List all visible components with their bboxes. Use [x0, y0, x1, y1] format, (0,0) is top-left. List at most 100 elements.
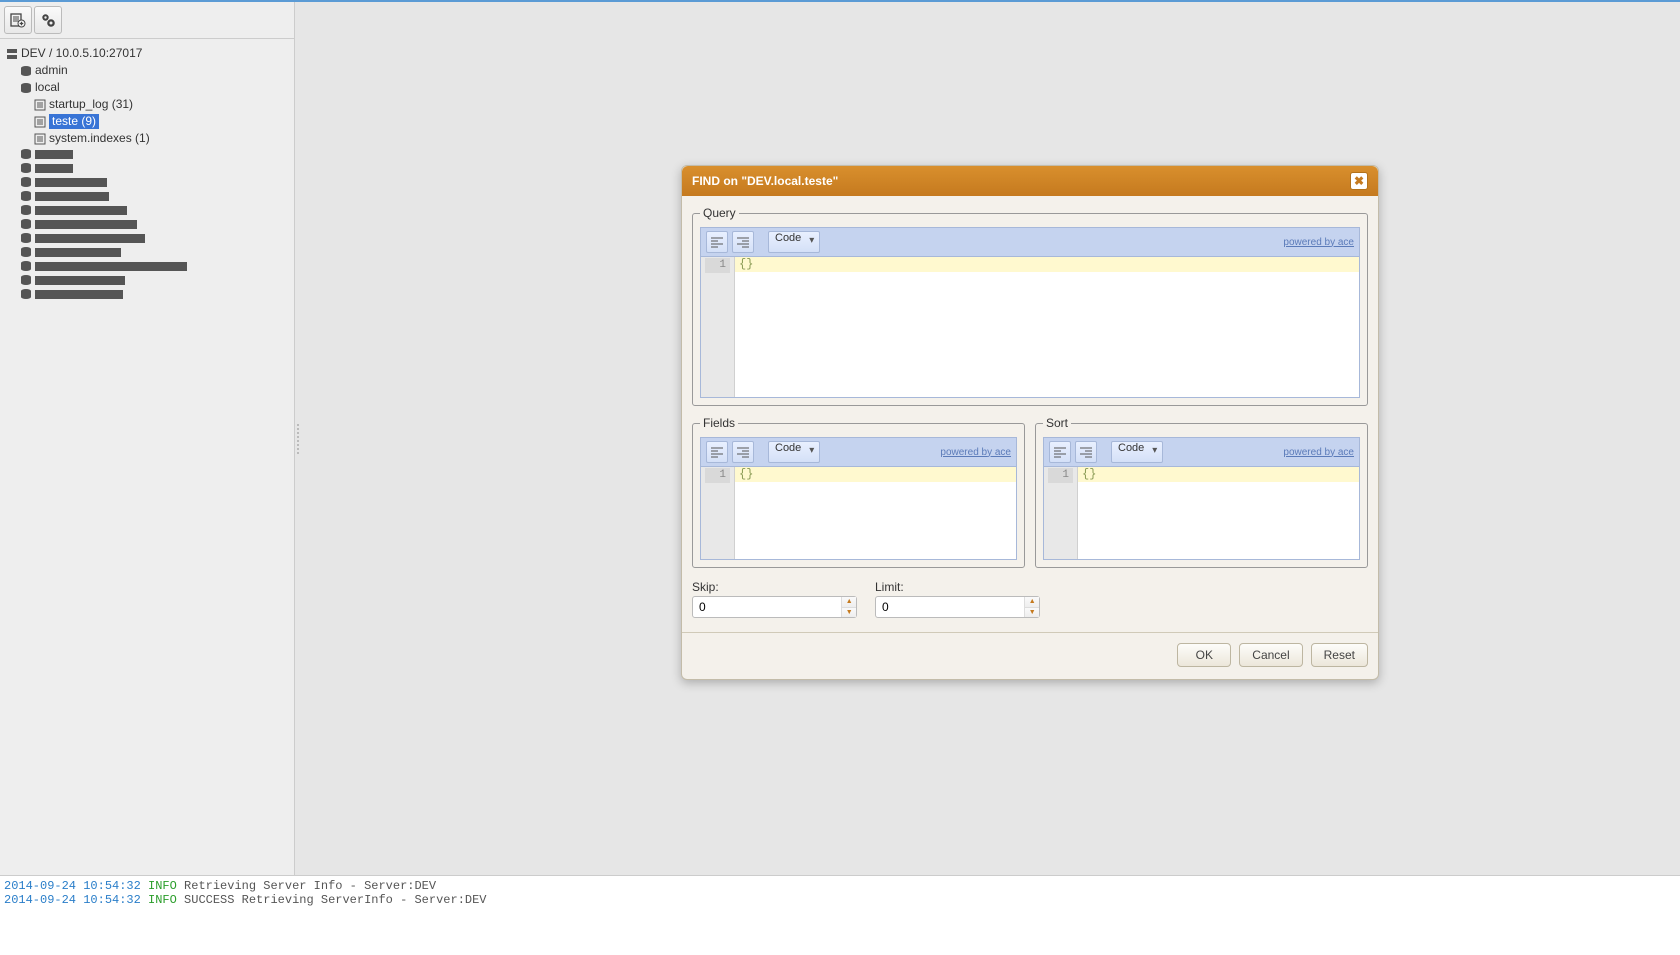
redacted-label	[35, 262, 187, 271]
align-right-icon	[1079, 446, 1093, 458]
tree-db-local[interactable]: local	[18, 79, 290, 96]
powered-by-link[interactable]: powered by ace	[940, 447, 1011, 458]
reset-button[interactable]: Reset	[1311, 643, 1368, 667]
tree-db-redacted[interactable]	[18, 273, 290, 287]
dialog-actions: OK Cancel Reset	[692, 643, 1368, 669]
limit-spinner[interactable]: ▲ ▼	[875, 596, 1040, 618]
tree-label: startup_log (31)	[49, 97, 133, 112]
tree-label: DEV / 10.0.5.10:27017	[21, 46, 142, 61]
tree-db-redacted[interactable]	[18, 175, 290, 189]
code-content[interactable]: {}	[735, 467, 1016, 559]
dialog-titlebar[interactable]: FIND on "DEV.local.teste" ✖	[682, 166, 1378, 196]
redacted-label	[35, 234, 145, 243]
tree-db-redacted[interactable]	[18, 161, 290, 175]
dialog-close-button[interactable]: ✖	[1350, 172, 1368, 190]
align-right-button[interactable]	[732, 231, 754, 253]
sort-group: Sort Code powered by ace	[1035, 416, 1368, 568]
tree-db-redacted[interactable]	[18, 231, 290, 245]
redacted-label	[35, 276, 125, 285]
skip-label: Skip:	[692, 580, 857, 594]
tree-db-redacted[interactable]	[18, 147, 290, 161]
database-icon	[20, 246, 32, 258]
tree-db-redacted[interactable]	[18, 203, 290, 217]
tree-coll-system-indexes[interactable]: system.indexes (1)	[32, 130, 290, 147]
database-icon	[20, 190, 32, 202]
tree-view[interactable]: DEV / 10.0.5.10:27017 admin local s	[0, 39, 294, 307]
add-db-icon	[9, 11, 27, 29]
align-right-icon	[736, 446, 750, 458]
tree-label: teste (9)	[49, 114, 99, 129]
code-content[interactable]: {}	[735, 257, 1359, 397]
database-icon	[20, 274, 32, 286]
redacted-label	[35, 220, 137, 229]
spinner-buttons: ▲ ▼	[841, 597, 856, 617]
add-server-button[interactable]	[4, 6, 32, 34]
ok-button[interactable]: OK	[1177, 643, 1231, 667]
sidebar: DEV / 10.0.5.10:27017 admin local s	[0, 2, 295, 875]
tree-server-node[interactable]: DEV / 10.0.5.10:27017	[4, 45, 290, 62]
select-value: Code	[775, 232, 801, 244]
spin-up-button[interactable]: ▲	[842, 597, 856, 608]
align-right-icon	[736, 236, 750, 248]
align-right-button[interactable]	[732, 441, 754, 463]
spin-down-button[interactable]: ▼	[842, 608, 856, 618]
tree-db-redacted[interactable]	[18, 287, 290, 301]
align-left-button[interactable]	[706, 441, 728, 463]
settings-button[interactable]	[34, 6, 62, 34]
sort-legend: Sort	[1043, 416, 1071, 430]
powered-by-link[interactable]: powered by ace	[1283, 237, 1354, 248]
dialog-title-text: FIND on "DEV.local.teste"	[692, 174, 838, 188]
database-icon	[20, 260, 32, 272]
redacted-label	[35, 178, 107, 187]
code-content[interactable]: {}	[1078, 467, 1359, 559]
align-right-button[interactable]	[1075, 441, 1097, 463]
redacted-label	[35, 192, 109, 201]
align-left-button[interactable]	[706, 231, 728, 253]
tree-db-redacted[interactable]	[18, 217, 290, 231]
database-icon	[20, 65, 32, 77]
tree-label: system.indexes (1)	[49, 131, 150, 146]
powered-by-link[interactable]: powered by ace	[1283, 447, 1354, 458]
tree-label: admin	[35, 63, 68, 78]
editor-toolbar: Code powered by ace	[1044, 438, 1359, 467]
code-editor-area[interactable]: 1 {}	[701, 257, 1359, 397]
database-icon	[20, 148, 32, 160]
code-editor-area[interactable]: 1 {}	[1044, 467, 1359, 559]
tree-db-redacted[interactable]	[18, 259, 290, 273]
collection-icon	[34, 133, 46, 145]
editor-mode-select[interactable]: Code	[768, 231, 820, 253]
database-icon	[20, 204, 32, 216]
editor-mode-select[interactable]: Code	[768, 441, 820, 463]
tree-db-redacted[interactable]	[18, 245, 290, 259]
limit-label: Limit:	[875, 580, 1040, 594]
collection-icon	[34, 116, 46, 128]
tree-coll-teste[interactable]: teste (9)	[32, 113, 290, 130]
editor-mode-select[interactable]: Code	[1111, 441, 1163, 463]
skip-spinner[interactable]: ▲ ▼	[692, 596, 857, 618]
database-icon	[20, 218, 32, 230]
spinner-buttons: ▲ ▼	[1024, 597, 1039, 617]
skip-input[interactable]	[693, 597, 841, 617]
gear-icon	[39, 11, 57, 29]
spin-down-button[interactable]: ▼	[1025, 608, 1039, 618]
limit-input[interactable]	[876, 597, 1024, 617]
align-left-icon	[1053, 446, 1067, 458]
sort-editor: Code powered by ace 1 {}	[1043, 437, 1360, 560]
spin-up-button[interactable]: ▲	[1025, 597, 1039, 608]
log-console[interactable]: 2014-09-24 10:54:32 INFO Retrieving Serv…	[0, 875, 1680, 955]
redacted-label	[35, 206, 127, 215]
tree-db-admin[interactable]: admin	[18, 62, 290, 79]
fields-editor: Code powered by ace 1 {}	[700, 437, 1017, 560]
database-icon	[20, 232, 32, 244]
align-left-button[interactable]	[1049, 441, 1071, 463]
collection-icon	[34, 99, 46, 111]
code-editor-area[interactable]: 1 {}	[701, 467, 1016, 559]
cancel-button[interactable]: Cancel	[1239, 643, 1302, 667]
query-legend: Query	[700, 206, 739, 220]
tree-coll-startup-log[interactable]: startup_log (31)	[32, 96, 290, 113]
tree-db-redacted[interactable]	[18, 189, 290, 203]
editor-toolbar: Code powered by ace	[701, 438, 1016, 467]
database-icon	[20, 162, 32, 174]
database-icon	[20, 288, 32, 300]
query-editor: Code powered by ace 1 {}	[700, 227, 1360, 398]
